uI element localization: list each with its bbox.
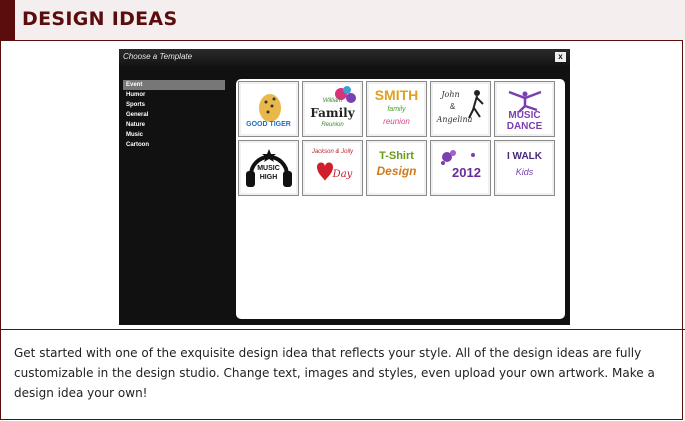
template-text: Angelina [436,115,473,124]
template-thumbnail: T-Shirt Design [369,143,424,193]
template-text: SMITH [374,87,419,103]
template-text: T-Shirt [379,150,414,162]
template-text: GOOD TIGER [246,121,291,128]
template-tile-2012[interactable]: 2012 [430,140,491,196]
template-text: MUSIC [257,165,280,172]
template-text: Reunion [321,122,344,128]
template-tile-cheetah[interactable]: GOOD TIGER [238,81,299,137]
template-text: DANCE [506,121,543,132]
template-tile-tshirt-design[interactable]: T-Shirt Design [366,140,427,196]
template-text: Kids [515,167,534,177]
dialog-titlebar: Choose a Template x [119,49,570,66]
cheetah-icon [259,94,281,122]
template-text: I WALK [507,151,542,162]
template-tile-john-angelina[interactable]: John & Angelina [430,81,491,137]
template-tile-valentine[interactable]: Jackson & Jolly Day [302,140,363,196]
category-item-nature[interactable]: Nature [123,120,225,130]
close-button[interactable]: x [555,52,566,62]
template-tile-music-high[interactable]: MUSIC HIGH [238,140,299,196]
template-text: MUSIC [508,110,541,121]
template-text: HIGH [259,174,278,181]
category-item-cartoon[interactable]: Cartoon [123,140,225,150]
template-text: Day [332,169,353,180]
category-item-general[interactable]: General [123,110,225,120]
template-text: Family [310,106,355,120]
template-text: John [441,90,460,99]
template-text: & [449,102,456,111]
dialog-title: Choose a Template [123,52,193,61]
template-text: reunion [383,117,410,126]
category-item-music[interactable]: Music [123,130,225,140]
template-thumbnail: 2012 [433,143,488,193]
template-text: 2012 [452,165,481,180]
category-item-event[interactable]: Event [123,80,225,90]
template-text: William [322,98,343,104]
template-thumbnail: MUSIC DANCE [497,84,552,134]
header-accent-bar [0,0,15,40]
template-thumbnail: MUSIC HIGH [241,143,296,193]
category-list: Event Humor Sports General Nature Music … [123,80,225,150]
template-thumbnail: SMITH family reunion [369,84,424,134]
section-title: DESIGN IDEAS [22,8,178,30]
category-item-sports[interactable]: Sports [123,100,225,110]
template-tile-i-walk-kids[interactable]: I WALK Kids [494,140,555,196]
template-text: Design [376,164,417,178]
section-header: DESIGN IDEAS [0,0,685,40]
template-thumbnail: William Family Reunion [305,84,360,134]
template-tile-family-reunion[interactable]: William Family Reunion [302,81,363,137]
template-chooser-screenshot: Choose a Template x Event Humor Sports G… [119,49,570,325]
template-tile-smith-family[interactable]: SMITH family reunion [366,81,427,137]
template-thumbnail: Jackson & Jolly Day [305,143,360,193]
template-text: family [387,106,406,113]
template-panel: GOOD TIGER William Family Reunion SMITH [236,79,565,319]
template-thumbnail: GOOD TIGER [241,84,296,134]
category-item-humor[interactable]: Humor [123,90,225,100]
template-thumbnail: I WALK Kids [497,143,552,193]
template-tile-music-dance[interactable]: MUSIC DANCE [494,81,555,137]
section-description: Get started with one of the exquisite de… [14,346,655,400]
template-thumbnail: John & Angelina [433,84,488,134]
content-divider [0,329,685,330]
